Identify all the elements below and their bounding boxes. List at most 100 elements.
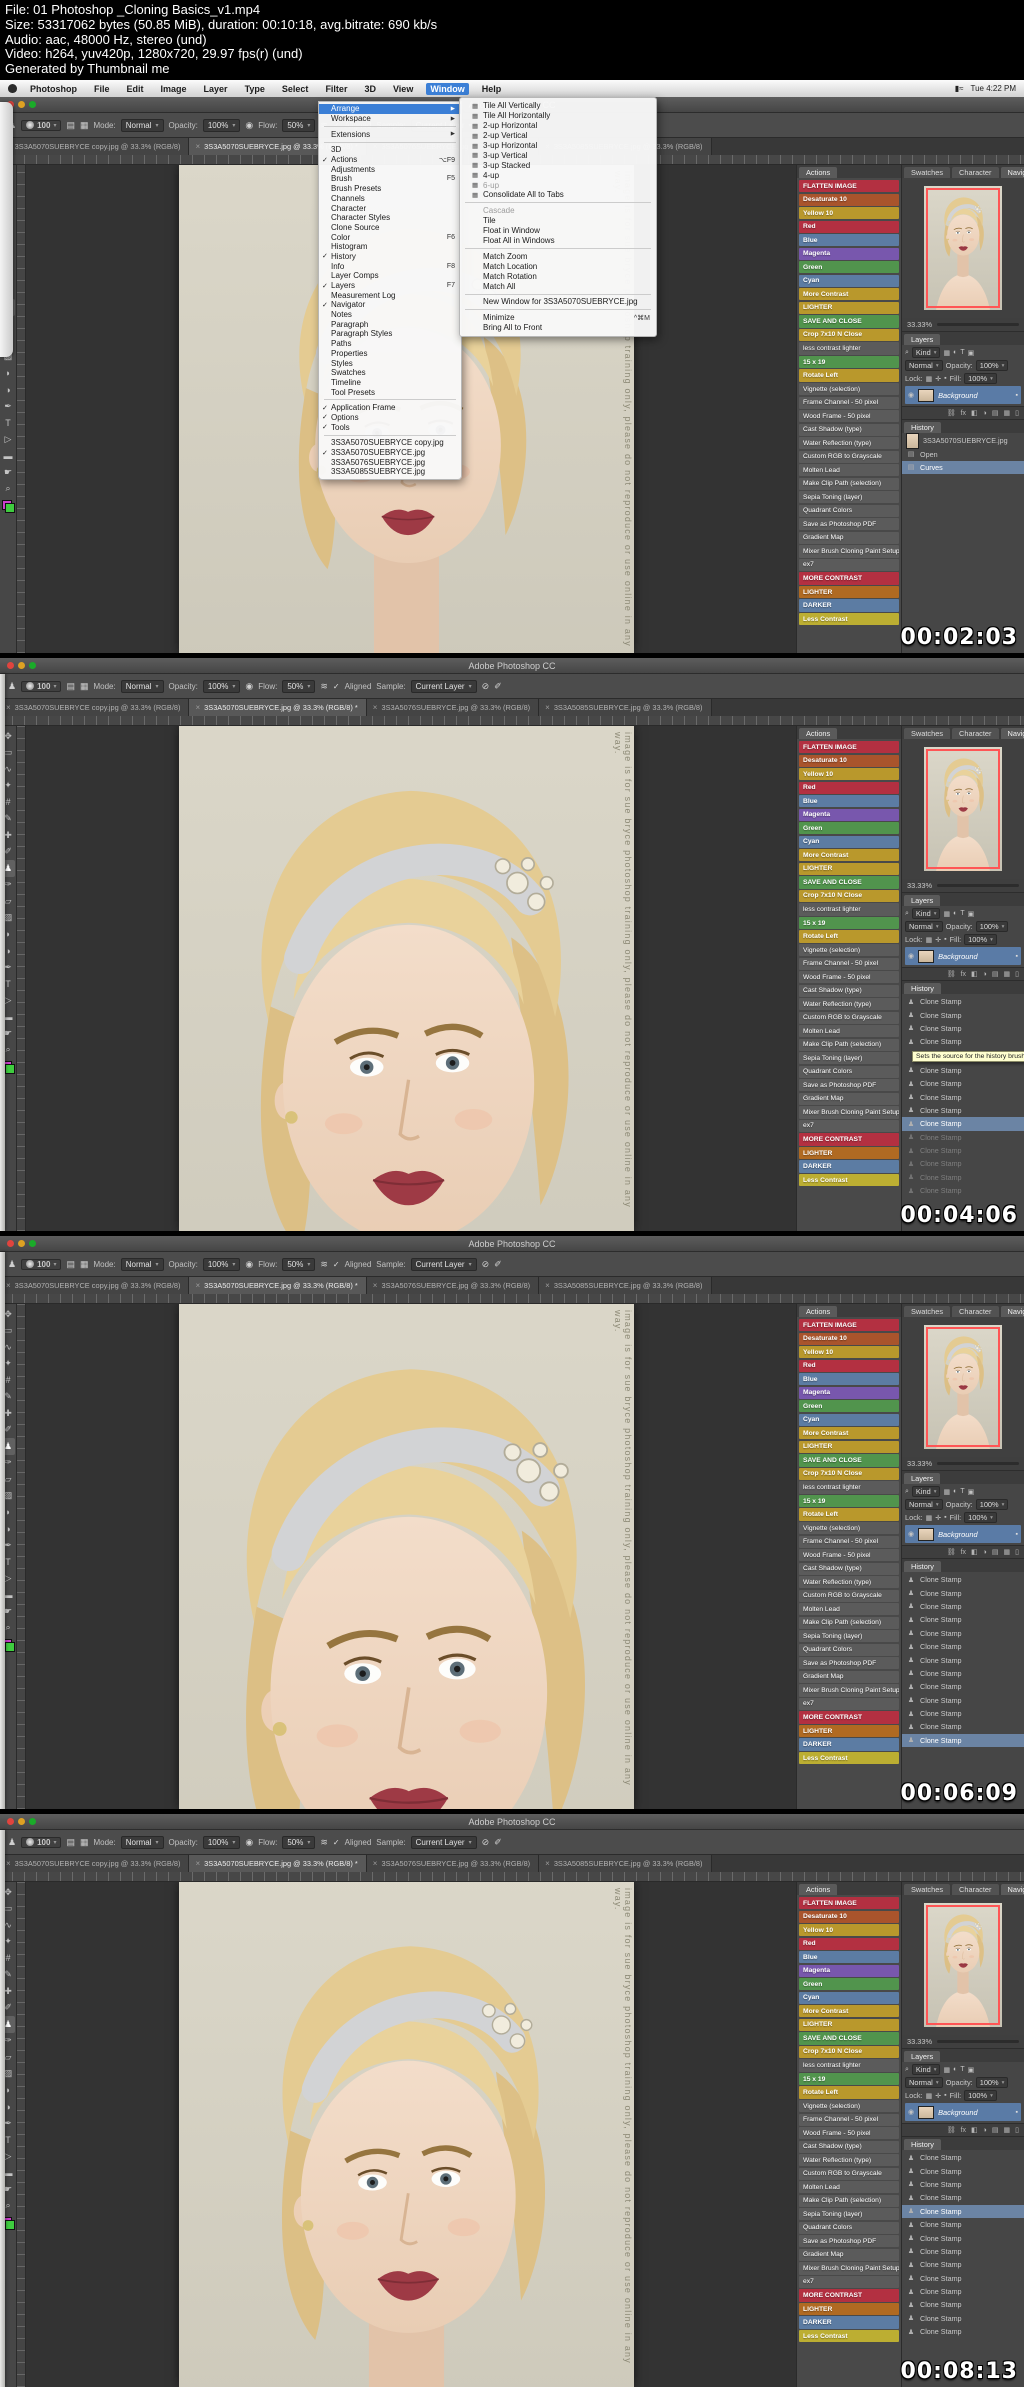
new-group-icon[interactable]: ▤ xyxy=(992,409,999,417)
type-tool-icon[interactable]: T xyxy=(1,415,15,432)
navigator-proxy-rect[interactable] xyxy=(926,749,1000,869)
toggle-clone-source-icon[interactable]: ▦ xyxy=(80,120,89,131)
menu-item[interactable]: Arrange ▶ xyxy=(319,104,461,114)
layers-tab[interactable]: Layers xyxy=(904,2051,941,2062)
document-tab[interactable]: ×3S3A5085SUEBRYCE.jpg @ 33.3% (RGB/8) xyxy=(539,1855,712,1872)
history-step-row[interactable]: ♟ Clone Stamp xyxy=(902,2151,1024,2164)
zoom-level-value[interactable]: 33.33% xyxy=(907,2037,932,2046)
action-item[interactable]: Desaturate 10 xyxy=(799,193,899,206)
action-item[interactable]: Custom RGB to Grayscale xyxy=(799,1589,899,1602)
action-item[interactable]: Vignette (selection) xyxy=(799,2099,899,2113)
toggle-brush-panel-icon[interactable]: ▤ xyxy=(66,120,75,131)
action-item[interactable]: Molten Lead xyxy=(799,464,899,477)
kind-filter-select[interactable]: Kind ▾ xyxy=(911,908,941,919)
action-item[interactable]: Quadrant Colors xyxy=(799,2221,899,2234)
navigator-thumbnail[interactable] xyxy=(924,1903,1002,2027)
aligned-checkbox[interactable]: ✓ xyxy=(333,682,340,691)
action-item[interactable]: LIGHTER xyxy=(799,862,899,875)
link-layers-icon[interactable]: ⛓ xyxy=(947,409,956,417)
document-tab[interactable]: ×3S3A5070SUEBRYCE copy.jpg @ 33.3% (RGB/… xyxy=(0,1855,190,1872)
menu-item[interactable]: Character xyxy=(319,203,461,213)
action-item[interactable]: DARKER xyxy=(799,1160,899,1173)
menu-item[interactable]: ✓ 3S3A5070SUEBRYCE.jpg xyxy=(319,448,461,458)
menu-item[interactable]: Brush F5 xyxy=(319,174,461,184)
zoom-window-button[interactable] xyxy=(29,101,36,108)
sample-select[interactable]: Current Layer▾ xyxy=(410,1835,477,1849)
opacity-select[interactable]: 100% ▾ xyxy=(202,1835,241,1849)
history-step-row[interactable]: ♟ Clone Stamp xyxy=(902,1694,1024,1707)
background-color-swatch[interactable] xyxy=(4,1064,15,1074)
dodge-tool-icon[interactable]: ◑ xyxy=(1,382,15,399)
history-step-row[interactable]: ▤ Curves xyxy=(902,460,1024,475)
action-item[interactable]: Less Contrast xyxy=(799,2330,899,2343)
history-step-row[interactable]: ♟ Clone Stamp xyxy=(902,1035,1024,1048)
close-tab-icon[interactable]: × xyxy=(195,1859,200,1868)
toggle-brush-panel-icon[interactable]: ▤ xyxy=(66,1259,75,1270)
photo-document[interactable]: image is for sue bryce photoshop trainin… xyxy=(179,1304,634,1809)
action-item[interactable]: Sepia Toning (layer) xyxy=(799,1630,899,1643)
action-item[interactable]: Crop 7x10 N Close xyxy=(799,889,899,903)
close-tab-icon[interactable]: × xyxy=(6,703,11,712)
zoom-level-value[interactable]: 33.33% xyxy=(907,881,932,890)
opacity-select[interactable]: 100% ▾ xyxy=(202,1257,241,1271)
menu-file[interactable]: File xyxy=(90,83,114,95)
link-layers-icon[interactable]: ⛓ xyxy=(947,970,956,978)
layer-effects-icon[interactable]: fx xyxy=(961,2127,966,2134)
action-item[interactable]: FLATTEN IMAGE xyxy=(799,1319,899,1332)
filter-type-icon[interactable]: T xyxy=(960,1488,964,1495)
action-item[interactable]: Less Contrast xyxy=(799,1752,899,1765)
action-item[interactable]: Water Reflection (type) xyxy=(799,437,899,450)
action-item[interactable]: Red xyxy=(799,781,899,794)
action-item[interactable]: Gradient Map xyxy=(799,1670,899,1683)
action-item[interactable]: Yellow 10 xyxy=(799,1346,899,1359)
adjustment-layer-icon[interactable]: ◑ xyxy=(983,1549,987,1556)
ignore-adjustment-layers-icon[interactable]: ⊘ xyxy=(482,1259,490,1270)
kind-filter-select[interactable]: Kind ▾ xyxy=(911,1486,941,1497)
menu-image[interactable]: Image xyxy=(157,83,191,95)
flow-select[interactable]: 50% ▾ xyxy=(282,1835,316,1849)
menu-item[interactable]: Channels xyxy=(319,194,461,204)
history-step-row[interactable]: ♟ Clone Stamp xyxy=(902,2178,1024,2191)
action-item[interactable]: Blue xyxy=(799,1373,899,1386)
filter-adjustment-icon[interactable]: ◐ xyxy=(953,1488,957,1495)
flow-select[interactable]: 50% ▾ xyxy=(282,679,316,693)
action-item[interactable]: Rotate Left xyxy=(799,369,899,382)
lock-all-icon[interactable]: ▪ xyxy=(944,375,946,382)
action-item[interactable]: Green xyxy=(799,1400,899,1413)
history-step-row[interactable]: ♟ Clone Stamp xyxy=(902,1707,1024,1720)
panel-tab-navigator[interactable]: Navigator xyxy=(1000,728,1024,739)
action-item[interactable]: Quadrant Colors xyxy=(799,504,899,517)
action-item[interactable]: More Contrast xyxy=(799,288,899,301)
minimize-window-button[interactable] xyxy=(18,1818,25,1825)
fill-select[interactable]: 100% ▾ xyxy=(964,373,997,384)
actions-tab[interactable]: Actions xyxy=(799,1306,838,1317)
fill-select[interactable]: 100% ▾ xyxy=(964,2090,997,2101)
menu-layer[interactable]: Layer xyxy=(200,83,232,95)
layers-opacity-select[interactable]: 100% ▾ xyxy=(975,921,1009,932)
mode-select[interactable]: Normal ▾ xyxy=(120,679,164,693)
action-item[interactable]: Cast Shadow (type) xyxy=(799,2140,899,2153)
action-item[interactable]: Cyan xyxy=(799,1413,899,1426)
zoom-slider[interactable] xyxy=(937,2040,1019,2043)
panel-tab-navigator[interactable]: Navigator xyxy=(1000,1884,1024,1895)
lock-position-icon[interactable]: ✛ xyxy=(935,375,941,383)
filter-type-icon[interactable]: T xyxy=(960,910,964,917)
panel-tab-navigator[interactable]: Navigator xyxy=(1000,167,1024,178)
history-step-row[interactable]: ♟ Clone Stamp xyxy=(902,1627,1024,1640)
menu-item[interactable]: ▦ 3-up Vertical xyxy=(460,150,656,160)
action-item[interactable]: SAVE AND CLOSE xyxy=(799,1454,899,1467)
panel-tab-navigator[interactable]: Navigator xyxy=(1000,1306,1024,1317)
layer-row-background[interactable]: ◉ Background ▪ xyxy=(905,386,1021,404)
action-item[interactable]: Gradient Map xyxy=(799,531,899,544)
document-tab[interactable]: ×3S3A5076SUEBRYCE.jpg @ 33.3% (RGB/8) xyxy=(366,699,540,716)
action-item[interactable]: Frame Channel - 50 pixel xyxy=(799,957,899,970)
panel-tab-swatches[interactable]: Swatches xyxy=(904,1306,951,1317)
minimize-window-button[interactable] xyxy=(18,662,25,669)
action-item[interactable]: Green xyxy=(799,261,899,274)
panel-tab-character[interactable]: Character xyxy=(952,728,999,739)
layers-tab[interactable]: Layers xyxy=(904,1473,941,1484)
new-group-icon[interactable]: ▤ xyxy=(992,2126,999,2134)
menu-item[interactable]: ▦ Tile All Horizontally xyxy=(460,111,656,121)
action-item[interactable]: Water Reflection (type) xyxy=(799,998,899,1011)
filter-pixel-icon[interactable]: ▦ xyxy=(943,349,950,357)
